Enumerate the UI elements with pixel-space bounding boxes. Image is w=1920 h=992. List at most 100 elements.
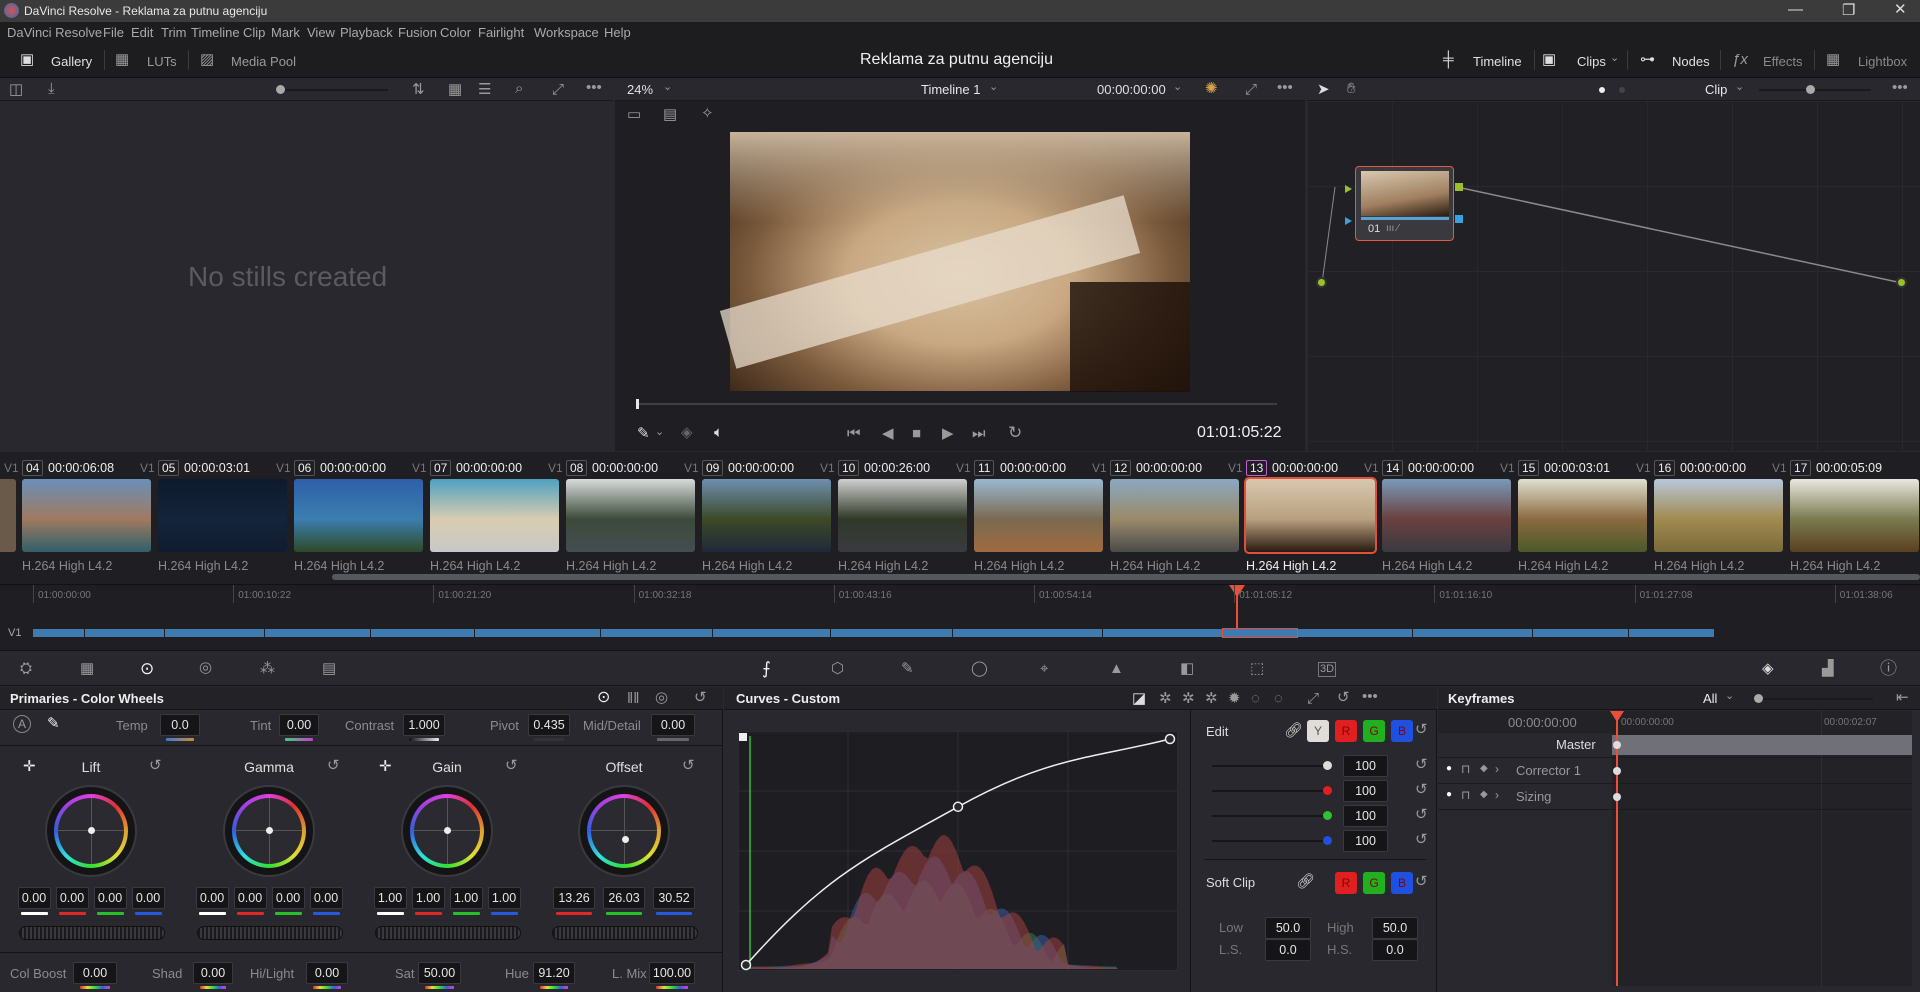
reset-icon[interactable]: ↺ (1415, 782, 1428, 797)
output-dot[interactable] (1896, 277, 1907, 288)
gallery-icon[interactable]: ▣ (20, 52, 34, 67)
chevron-down-icon[interactable]: ⌄ (989, 82, 998, 93)
menu-item-trim[interactable]: Trim (161, 25, 187, 40)
reset-icon[interactable]: ↺ (694, 690, 707, 705)
intensity-slider[interactable] (1212, 790, 1327, 792)
menu-item-clip[interactable]: Clip (243, 25, 265, 40)
wheel-value-field[interactable]: 1.00 (487, 887, 521, 909)
timeline-clip[interactable] (475, 629, 600, 637)
high-field[interactable]: 50.0 (1372, 917, 1418, 939)
menu-item-help[interactable]: Help (604, 25, 631, 40)
fullscreen-icon[interactable]: ⤢ (1245, 82, 1257, 97)
source-input-dot[interactable] (1316, 277, 1327, 288)
node-input-rgb[interactable] (1345, 185, 1352, 193)
tint-field[interactable]: 0.00 (279, 714, 319, 736)
timeline-clip[interactable] (165, 629, 264, 637)
effects-toggle[interactable]: Effects (1763, 54, 1803, 69)
hue-vs-hue-icon[interactable]: ✲ (1159, 691, 1172, 706)
grid-view-icon[interactable]: ▦ (448, 82, 462, 97)
clip-item[interactable]: V1 04 00:00:06:08 H.264 High L4.2 (4, 452, 152, 573)
timeline-clip[interactable] (85, 629, 164, 637)
reset-icon[interactable]: ↺ (1415, 757, 1428, 772)
clip-item[interactable]: V1 13 00:00:00:00 H.264 High L4.2 (1228, 452, 1377, 573)
softclip-button-r[interactable]: R (1335, 872, 1357, 894)
clips-toggle[interactable]: Clips (1577, 54, 1606, 69)
wheel-value-field[interactable]: 13.26 (553, 887, 595, 909)
slider-handle[interactable] (276, 85, 285, 94)
wheels-mode-icon[interactable]: ⊙ (597, 690, 610, 706)
temp-field[interactable]: 0.0 (160, 714, 200, 736)
clip-thumbnail[interactable] (294, 479, 423, 552)
keyframe-zoom-slider[interactable] (1758, 698, 1873, 700)
stop-icon[interactable]: ■ (912, 426, 921, 441)
timeline-clip[interactable] (265, 629, 370, 637)
intensity-field[interactable]: 100 (1343, 780, 1388, 802)
hs-field[interactable]: 0.0 (1372, 939, 1418, 961)
channel-button-b[interactable]: B (1391, 720, 1413, 742)
clip-thumbnail[interactable] (22, 479, 151, 552)
pivot-field[interactable]: 0.435 (528, 714, 570, 736)
timeline-clip[interactable] (1629, 629, 1714, 637)
pointer-icon[interactable]: ➤ (1317, 82, 1330, 97)
wheel-value-field[interactable]: 1.00 (373, 887, 407, 909)
lock-icon[interactable]: ⊓ (1461, 763, 1470, 775)
node-input-key[interactable] (1345, 217, 1352, 225)
thumbnail-size-slider[interactable] (280, 89, 388, 91)
timeline-clip[interactable] (1103, 629, 1222, 637)
grab-still-icon[interactable]: ⤓ (48, 81, 55, 96)
reset-icon[interactable]: ↺ (1415, 874, 1428, 889)
keyframe-diamond-icon[interactable]: ◆ (1480, 764, 1488, 774)
slider-handle[interactable] (1806, 85, 1815, 94)
lmix-field[interactable]: 100.00 (649, 962, 695, 984)
chevron-down-icon[interactable]: ⌄ (1725, 691, 1734, 702)
skip-to-start-icon[interactable]: ⏮︎ (847, 426, 861, 441)
wheel-handle[interactable] (444, 827, 451, 834)
tracker-icon[interactable]: ⌖ (1040, 661, 1048, 676)
chevron-down-icon[interactable]: ⌄ (1735, 82, 1744, 93)
clip-strip-scrollbar[interactable] (332, 574, 1920, 580)
clip-item[interactable]: V1 17 00:00:05:09 H.264 High L4.2 (1772, 452, 1920, 573)
menu-item-mark[interactable]: Mark (271, 25, 300, 40)
wheel-value-field[interactable]: 1.00 (449, 887, 483, 909)
picker-icon[interactable]: ✛ (23, 759, 36, 774)
menu-item-view[interactable]: View (307, 25, 335, 40)
link-icon[interactable]: 🔗︎ (1284, 723, 1303, 738)
bars-mode-icon[interactable]: ‖‖ (627, 691, 639, 706)
mid-field[interactable]: 0.00 (651, 714, 695, 736)
hilight-field[interactable]: 0.00 (306, 962, 348, 984)
rgb-mixer-icon[interactable]: ⁂ (260, 661, 275, 676)
sort-icon[interactable]: ⇅ (412, 82, 425, 97)
keyframe-row-sizing[interactable]: ● ⊓ ◆ › Sizing (1438, 785, 1612, 809)
maximize-icon[interactable]: ❐ (1842, 3, 1855, 18)
list-view-icon[interactable]: ☰ (478, 82, 491, 97)
clip-item[interactable]: V1 10 00:00:26:00 H.264 High L4.2 (820, 452, 968, 573)
effects-icon[interactable]: ƒx (1732, 52, 1748, 67)
close-icon[interactable]: ✕ (1894, 2, 1907, 17)
clip-thumbnail[interactable] (430, 479, 559, 552)
sizing-icon[interactable]: ⬚ (1250, 661, 1264, 676)
more-options-icon[interactable]: ••• (1892, 80, 1908, 95)
sat-vs-sat-icon[interactable]: ◌ (1251, 691, 1260, 706)
curve-point[interactable] (1164, 733, 1176, 745)
camera-raw-icon[interactable]: ⛭ (20, 661, 32, 676)
clip-thumbnail[interactable] (1110, 479, 1239, 552)
custom-curve-icon[interactable]: ◪ (1132, 691, 1146, 706)
more-options-icon[interactable]: ••• (1277, 80, 1293, 95)
intensity-slider[interactable] (1212, 840, 1327, 842)
keyframe-diamond-icon[interactable]: ◆ (1480, 790, 1488, 800)
wheel-handle[interactable] (266, 827, 273, 834)
clip-thumbnail[interactable] (1790, 479, 1919, 552)
timeline-clip[interactable] (371, 629, 474, 637)
timeline-view-icon[interactable]: ╪ (1443, 52, 1454, 67)
media-pool-button[interactable]: Media Pool (231, 54, 296, 69)
clip-item[interactable]: V1 11 00:00:00:00 H.264 High L4.2 (956, 452, 1104, 573)
clip-thumbnail[interactable] (1518, 479, 1647, 552)
clip-thumbnail[interactable] (158, 479, 287, 552)
clip-item[interactable]: V1 15 00:00:03:01 H.264 High L4.2 (1500, 452, 1648, 573)
clip-thumbnail[interactable] (702, 479, 831, 552)
sidebar-toggle-icon[interactable]: ◫ (9, 82, 23, 97)
wheel-value-field[interactable]: 0.00 (309, 887, 343, 909)
wheel-handle[interactable] (88, 827, 95, 834)
more-options-icon[interactable]: ••• (586, 80, 602, 95)
slider-handle[interactable] (1323, 836, 1332, 845)
